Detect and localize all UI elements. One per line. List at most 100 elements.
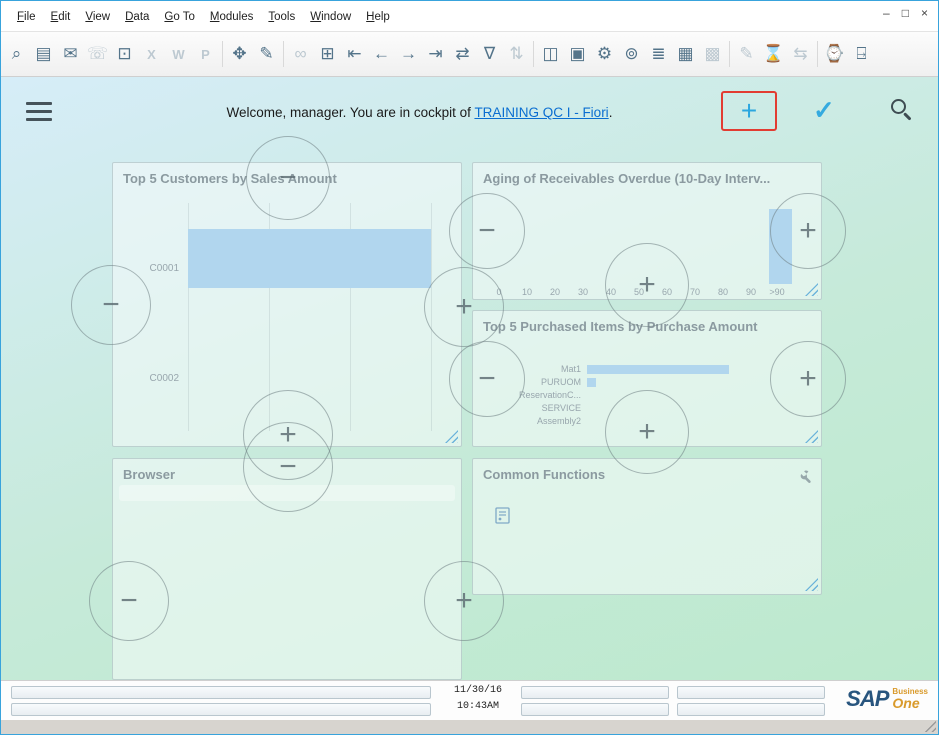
- find-icon[interactable]: ⌕: [3, 39, 30, 69]
- hamburger-menu-icon[interactable]: [26, 102, 52, 126]
- window-controls: – □ ×: [883, 6, 928, 20]
- menu-window[interactable]: Window: [310, 11, 351, 23]
- aging-bottom-plus-circle[interactable]: +: [605, 243, 689, 327]
- status-message-field: [11, 686, 431, 699]
- status-date: 11/30/16: [441, 685, 515, 696]
- close-icon[interactable]: ×: [921, 6, 928, 20]
- widget-title: Aging of Receivables Overdue (10-Day Int…: [473, 163, 821, 186]
- filter-icon[interactable]: ∇: [476, 39, 503, 69]
- linked-objects-icon[interactable]: ⊚: [618, 39, 645, 69]
- x-tick: 30: [569, 287, 597, 297]
- menu-file[interactable]: File: [17, 11, 36, 23]
- cascade-windows-icon[interactable]: ▣: [564, 39, 591, 69]
- menu-view[interactable]: View: [85, 11, 110, 23]
- status-bar: 11/30/16 10:43AM SAP Business One: [1, 680, 938, 720]
- confirm-check-icon[interactable]: ✓: [813, 95, 835, 126]
- chart-bar-c0001: [188, 229, 431, 288]
- x-tick: >90: [763, 287, 791, 297]
- clock-icon[interactable]: ⌚: [821, 39, 848, 69]
- next-record-icon[interactable]: →: [395, 39, 422, 69]
- email-icon[interactable]: ✉: [57, 39, 84, 69]
- browser-right-plus-circle[interactable]: +: [424, 561, 504, 641]
- welcome-message: Welcome, manager. You are in cockpit of …: [121, 105, 718, 120]
- customers-top-minus-circle[interactable]: −: [246, 136, 330, 220]
- menu-goto[interactable]: Go To: [164, 11, 194, 23]
- aging-right-plus-circle[interactable]: +: [770, 193, 846, 269]
- chart-bar-mat1: [587, 365, 729, 374]
- split-screen-icon[interactable]: ◫: [537, 39, 564, 69]
- x-tick: 10: [513, 287, 541, 297]
- category-label: Assembly2: [477, 416, 581, 426]
- purchased-left-minus-circle[interactable]: −: [449, 341, 525, 417]
- sort-icon[interactable]: ⇅: [503, 39, 530, 69]
- grid-icon[interactable]: ▦: [672, 39, 699, 69]
- add-widget-icon[interactable]: +: [741, 97, 757, 125]
- toolbar-separator: [533, 41, 534, 67]
- document-flow-icon[interactable]: ⍈: [848, 39, 875, 69]
- status-info-field: [677, 686, 825, 699]
- welcome-prefix: Welcome, manager. You are in cockpit of: [227, 105, 475, 120]
- print-icon[interactable]: ▤: [30, 39, 57, 69]
- menu-modules[interactable]: Modules: [210, 11, 253, 23]
- status-info-field: [521, 686, 669, 699]
- word-export-icon[interactable]: W: [165, 39, 192, 69]
- excel-export-icon[interactable]: X: [138, 39, 165, 69]
- status-time: 10:43AM: [441, 701, 515, 712]
- app-window: File Edit View Data Go To Modules Tools …: [0, 0, 939, 735]
- customers-right-plus-circle[interactable]: +: [424, 267, 504, 347]
- search-icon[interactable]: [891, 99, 915, 123]
- x-tick: 20: [541, 287, 569, 297]
- window-bottom-strip: [1, 720, 938, 734]
- purchased-bottom-plus-circle[interactable]: +: [605, 390, 689, 474]
- customers-left-minus-circle[interactable]: −: [71, 265, 151, 345]
- minimize-icon[interactable]: –: [883, 6, 890, 20]
- last-record-icon[interactable]: ⇥: [422, 39, 449, 69]
- browser-left-minus-circle[interactable]: −: [89, 561, 169, 641]
- menu-data[interactable]: Data: [125, 11, 149, 23]
- status-info-field: [521, 703, 669, 716]
- widget-resize-grip[interactable]: [805, 283, 818, 296]
- widget-resize-grip[interactable]: [805, 578, 818, 591]
- window-resize-grip[interactable]: [924, 720, 936, 732]
- toolbar-separator: [222, 41, 223, 67]
- toolbar-separator: [729, 41, 730, 67]
- chart-bar-puruom: [587, 378, 596, 387]
- previous-record-icon[interactable]: ←: [368, 39, 395, 69]
- pdf-export-icon[interactable]: P: [192, 39, 219, 69]
- common-function-shortcut-icon[interactable]: [495, 507, 510, 529]
- move-icon[interactable]: ✥: [226, 39, 253, 69]
- find-record-icon[interactable]: ∞: [287, 39, 314, 69]
- menu-help[interactable]: Help: [366, 11, 390, 23]
- table-search-icon[interactable]: ▩: [699, 39, 726, 69]
- category-label: C0002: [121, 373, 179, 384]
- alignment-icon[interactable]: ≣: [645, 39, 672, 69]
- launch-application-icon[interactable]: ✎: [253, 39, 280, 69]
- toolbar-separator: [283, 41, 284, 67]
- x-tick: 90: [737, 287, 765, 297]
- edit-pencil-icon[interactable]: ✎: [733, 39, 760, 69]
- print-preview-icon[interactable]: ⊡: [111, 39, 138, 69]
- toolbar: ⌕ ▤ ✉ ☏ ⊡ X W P ✥ ✎ ∞ ⊞ ⇤ ← → ⇥ ⇄ ∇ ⇅ ◫ …: [1, 31, 938, 77]
- refresh-icon[interactable]: ⇄: [449, 39, 476, 69]
- add-record-icon[interactable]: ⊞: [314, 39, 341, 69]
- form-settings-icon[interactable]: ⚙: [591, 39, 618, 69]
- wrench-icon[interactable]: [795, 469, 811, 490]
- history-icon[interactable]: ⌛: [760, 39, 787, 69]
- welcome-suffix: .: [609, 105, 613, 120]
- widget-resize-grip[interactable]: [445, 430, 458, 443]
- first-record-icon[interactable]: ⇤: [341, 39, 368, 69]
- cockpit-link[interactable]: TRAINING QC I - Fiori: [474, 105, 608, 120]
- menu-bar: File Edit View Data Go To Modules Tools …: [1, 1, 938, 31]
- transfer-icon[interactable]: ⇆: [787, 39, 814, 69]
- fax-icon[interactable]: ☏: [84, 39, 111, 69]
- sap-business-one-logo: SAP Business One: [846, 688, 928, 710]
- purchased-right-plus-circle[interactable]: +: [770, 341, 846, 417]
- menu-tools[interactable]: Tools: [268, 11, 295, 23]
- maximize-icon[interactable]: □: [902, 6, 909, 20]
- aging-left-minus-circle[interactable]: −: [449, 193, 525, 269]
- add-widget-highlight-box[interactable]: +: [721, 91, 777, 131]
- menu-edit[interactable]: Edit: [51, 11, 71, 23]
- widget-common-functions[interactable]: Common Functions: [472, 458, 822, 595]
- widget-resize-grip[interactable]: [805, 430, 818, 443]
- browser-top-minus-circle[interactable]: −: [243, 422, 333, 512]
